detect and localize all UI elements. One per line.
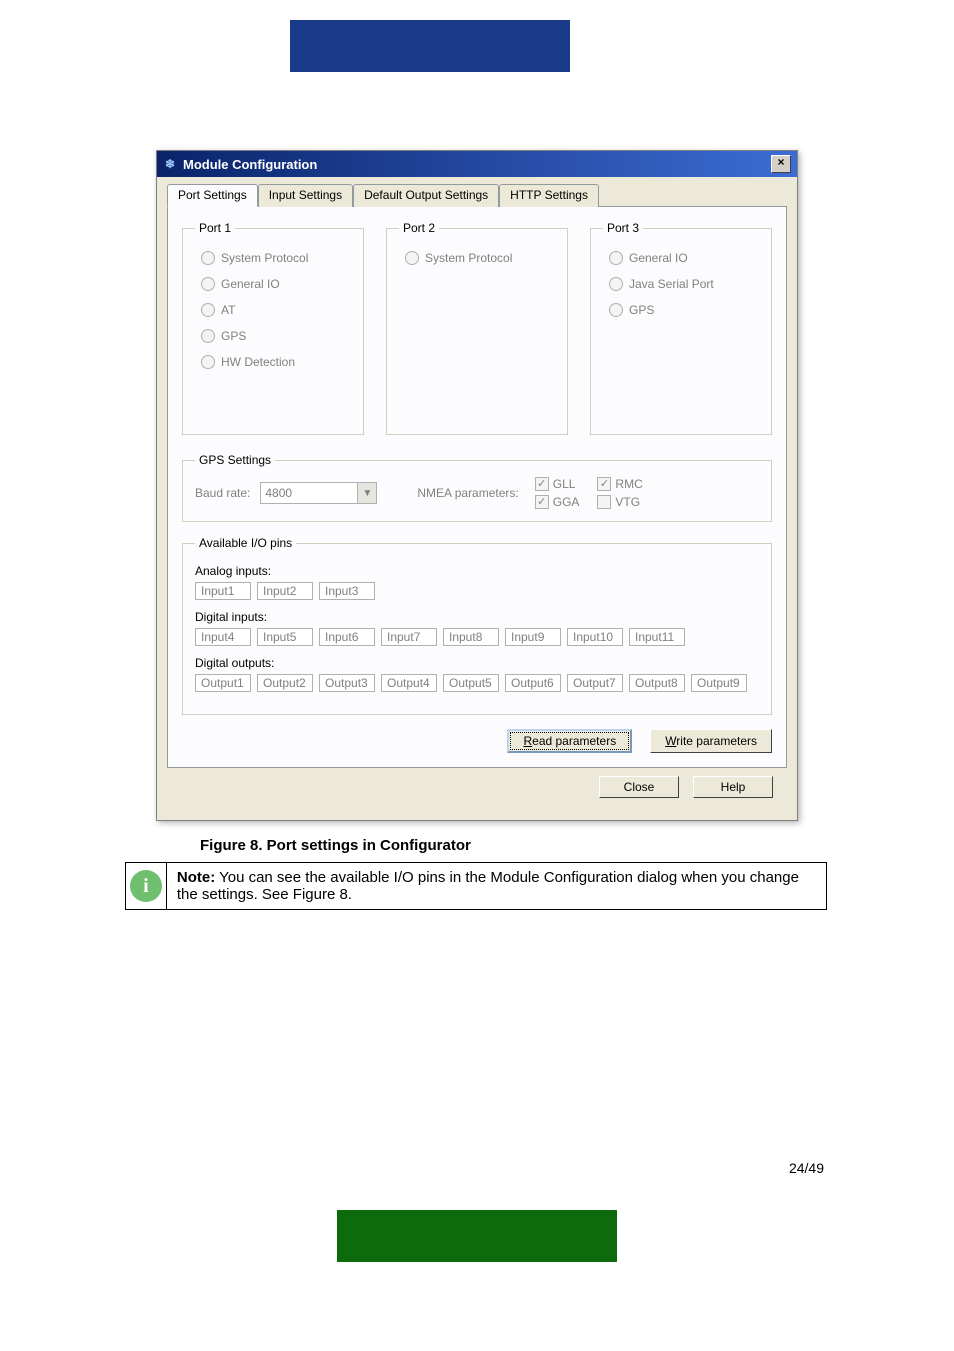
baud-rate-select[interactable]: ▼ <box>260 482 377 504</box>
titlebar: ❄ Module Configuration × <box>157 151 797 177</box>
pin-input10: Input10 <box>567 628 623 646</box>
analog-inputs-label: Analog inputs: <box>195 564 759 578</box>
checkbox-icon: ✓ <box>535 477 549 491</box>
radio-icon <box>201 355 215 369</box>
port3-radio-gps[interactable]: GPS <box>609 303 759 317</box>
tabstrip: Port Settings Input Settings Default Out… <box>167 183 787 207</box>
note-prefix: Note: <box>177 869 215 886</box>
port1-group: Port 1 System Protocol General IO AT GPS… <box>182 221 364 435</box>
pin-input6: Input6 <box>319 628 375 646</box>
radio-icon <box>609 251 623 265</box>
pin-output5: Output5 <box>443 674 499 692</box>
available-io-pins-group: Available I/O pins Analog inputs: Input1… <box>182 536 772 715</box>
help-button[interactable]: Help <box>693 776 773 798</box>
pin-output7: Output7 <box>567 674 623 692</box>
pin-input3: Input3 <box>319 582 375 600</box>
pin-output1: Output1 <box>195 674 251 692</box>
checkbox-icon: ✓ <box>597 477 611 491</box>
pin-output2: Output2 <box>257 674 313 692</box>
page-number: 24/49 <box>789 1160 824 1176</box>
radio-icon <box>609 277 623 291</box>
nmea-gga-checkbox[interactable]: ✓GGA <box>535 495 580 509</box>
pin-input4: Input4 <box>195 628 251 646</box>
gps-settings-group: GPS Settings Baud rate: ▼ NMEA parameter… <box>182 453 772 522</box>
port3-group: Port 3 General IO Java Serial Port GPS <box>590 221 772 435</box>
checkbox-icon <box>597 495 611 509</box>
close-icon[interactable]: × <box>771 155 791 173</box>
window-title: Module Configuration <box>183 157 317 172</box>
port2-radio-system-protocol[interactable]: System Protocol <box>405 251 555 265</box>
tab-port-settings[interactable]: Port Settings <box>167 184 258 207</box>
tab-panel-port-settings: Port 1 System Protocol General IO AT GPS… <box>167 207 787 768</box>
radio-icon <box>201 303 215 317</box>
pin-input9: Input9 <box>505 628 561 646</box>
radio-icon <box>201 329 215 343</box>
port1-radio-at[interactable]: AT <box>201 303 351 317</box>
port1-radio-system-protocol[interactable]: System Protocol <box>201 251 351 265</box>
port2-group: Port 2 System Protocol <box>386 221 568 435</box>
pin-input8: Input8 <box>443 628 499 646</box>
pin-input2: Input2 <box>257 582 313 600</box>
write-parameters-button[interactable]: Write parametersWrite parameters <box>650 729 772 753</box>
pin-input1: Input1 <box>195 582 251 600</box>
port1-radio-hw-detection[interactable]: HW Detection <box>201 355 351 369</box>
figure-caption: Figure 8. Port settings in Configurator <box>200 837 700 854</box>
tab-http-settings[interactable]: HTTP Settings <box>499 184 599 207</box>
io-legend: Available I/O pins <box>195 536 296 550</box>
pin-input5: Input5 <box>257 628 313 646</box>
port3-legend: Port 3 <box>603 221 643 235</box>
chevron-down-icon: ▼ <box>357 483 376 503</box>
pin-output4: Output4 <box>381 674 437 692</box>
radio-icon <box>609 303 623 317</box>
note-text: You can see the available I/O pins in th… <box>177 869 799 903</box>
gps-settings-legend: GPS Settings <box>195 453 275 467</box>
pin-input7: Input7 <box>381 628 437 646</box>
radio-icon <box>201 251 215 265</box>
checkbox-icon: ✓ <box>535 495 549 509</box>
module-configuration-dialog: ❄ Module Configuration × Port Settings I… <box>156 150 798 821</box>
note-box: i Note: You can see the available I/O pi… <box>125 862 827 910</box>
app-icon: ❄ <box>163 157 177 171</box>
baud-rate-label: Baud rate: <box>195 486 250 500</box>
port3-radio-general-io[interactable]: General IO <box>609 251 759 265</box>
pin-output9: Output9 <box>691 674 747 692</box>
tab-input-settings[interactable]: Input Settings <box>258 184 353 207</box>
nmea-vtg-checkbox[interactable]: VTG <box>597 495 642 509</box>
footer-brand-bar <box>337 1210 617 1262</box>
digital-outputs-label: Digital outputs: <box>195 656 759 670</box>
radio-icon <box>405 251 419 265</box>
close-button[interactable]: Close <box>599 776 679 798</box>
read-parameters-button[interactable]: RRead parametersead parameters <box>507 729 632 753</box>
port1-radio-gps[interactable]: GPS <box>201 329 351 343</box>
port2-legend: Port 2 <box>399 221 439 235</box>
pin-output3: Output3 <box>319 674 375 692</box>
baud-rate-value <box>261 483 357 503</box>
tab-default-output-settings[interactable]: Default Output Settings <box>353 184 499 207</box>
nmea-label: NMEA parameters: <box>417 486 518 500</box>
port1-legend: Port 1 <box>195 221 235 235</box>
pin-input11: Input11 <box>629 628 685 646</box>
pin-output6: Output6 <box>505 674 561 692</box>
port3-radio-java-serial-port[interactable]: Java Serial Port <box>609 277 759 291</box>
info-icon: i <box>130 870 162 902</box>
radio-icon <box>201 277 215 291</box>
nmea-rmc-checkbox[interactable]: ✓RMC <box>597 477 642 491</box>
digital-inputs-label: Digital inputs: <box>195 610 759 624</box>
port1-radio-general-io[interactable]: General IO <box>201 277 351 291</box>
pin-output8: Output8 <box>629 674 685 692</box>
nmea-gll-checkbox[interactable]: ✓GLL <box>535 477 580 491</box>
